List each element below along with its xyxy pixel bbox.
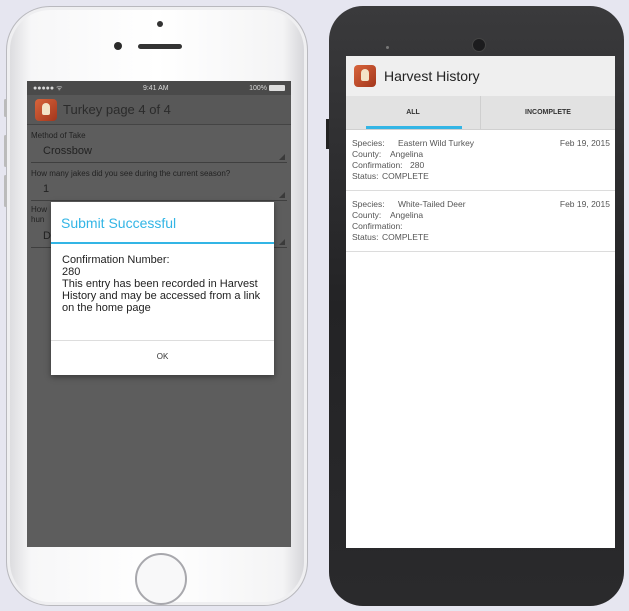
app-logo-icon: [354, 65, 376, 87]
dropdown-triangle-icon: [279, 154, 285, 160]
confirmation-label: Confirmation Number:: [62, 254, 170, 266]
iphone-screen: ●●●●● ᯤ 9:41 AM 100% Turkey page 4 of 4 …: [27, 81, 291, 547]
android-screen: Harvest History ALL INCOMPLETE Species: E…: [346, 56, 615, 548]
android-device: Harvest History ALL INCOMPLETE Species: E…: [326, 6, 624, 606]
method-of-take-select[interactable]: Crossbow: [31, 140, 287, 163]
county-row: County: Angelina: [352, 210, 424, 220]
sensor-dot: [386, 46, 389, 49]
county-value: Angelina: [390, 210, 424, 220]
county-row: County: Angelina: [352, 149, 424, 159]
dropdown-triangle-icon: [279, 239, 285, 245]
proximity-sensor: [157, 21, 163, 27]
dialog-title: Submit Successful: [51, 202, 274, 244]
side-button: [326, 119, 329, 149]
app-header: Turkey page 4 of 4: [27, 95, 291, 125]
status-time: 9:41 AM: [142, 84, 169, 92]
county-value: Angelina: [390, 149, 424, 159]
record-date: Feb 19, 2015: [559, 138, 610, 148]
carrier-signal: ●●●●● ᯤ: [33, 84, 63, 92]
iphone-device: ●●●●● ᯤ 9:41 AM 100% Turkey page 4 of 4 …: [4, 6, 308, 606]
tab-bar: ALL INCOMPLETE: [346, 96, 615, 130]
tab-all[interactable]: ALL: [346, 96, 480, 129]
method-of-take-label: Method of Take: [31, 131, 86, 140]
front-camera-icon: [472, 38, 486, 52]
record-date: Feb 19, 2015: [559, 199, 610, 209]
dropdown-triangle-icon: [279, 192, 285, 198]
status-value: COMPLETE: [382, 232, 429, 242]
list-item[interactable]: Species: White-Tailed Deer County: Angelin…: [346, 191, 615, 252]
earpiece-speaker: [138, 44, 182, 49]
dialog-body: Confirmation Number: 280 This entry has …: [51, 244, 274, 340]
app-logo-icon: [35, 98, 57, 121]
submit-success-dialog: Submit Successful Confirmation Number: 2…: [51, 202, 274, 375]
mute-switch: [4, 99, 7, 117]
jakes-seen-label: How many jakes did you see during the cu…: [31, 169, 231, 178]
front-camera-icon: [114, 42, 122, 50]
battery-icon: [268, 84, 285, 91]
ok-button[interactable]: OK: [51, 340, 274, 371]
list-item[interactable]: Species: Eastern Wild Turkey County: Angel…: [346, 130, 615, 191]
page-title: Turkey page 4 of 4: [63, 102, 171, 117]
home-button[interactable]: [135, 553, 187, 605]
species-value: White-Tailed Deer: [398, 199, 466, 209]
confirmation-number: 280: [62, 266, 81, 278]
species-value: Eastern Wild Turkey: [398, 138, 475, 148]
page-title: Harvest History: [384, 68, 480, 84]
status-row: Status: COMPLETE: [352, 232, 429, 242]
battery-indicator: 100%: [249, 85, 285, 92]
confirmation-value: 280: [410, 160, 425, 170]
volume-down-button: [4, 175, 7, 207]
status-value: COMPLETE: [382, 171, 429, 181]
status-bar: ●●●●● ᯤ 9:41 AM 100%: [27, 81, 291, 95]
dialog-message: This entry has been recorded in Harvest …: [62, 278, 261, 314]
confirmation-row: Confirmation:: [352, 221, 403, 231]
volume-up-button: [4, 135, 7, 167]
app-header: Harvest History: [346, 56, 615, 96]
confirmation-row: Confirmation: 280: [352, 160, 425, 170]
jakes-seen-select[interactable]: 1: [31, 178, 287, 201]
status-row: Status: COMPLETE: [352, 171, 429, 181]
tab-incomplete[interactable]: INCOMPLETE: [480, 96, 615, 129]
